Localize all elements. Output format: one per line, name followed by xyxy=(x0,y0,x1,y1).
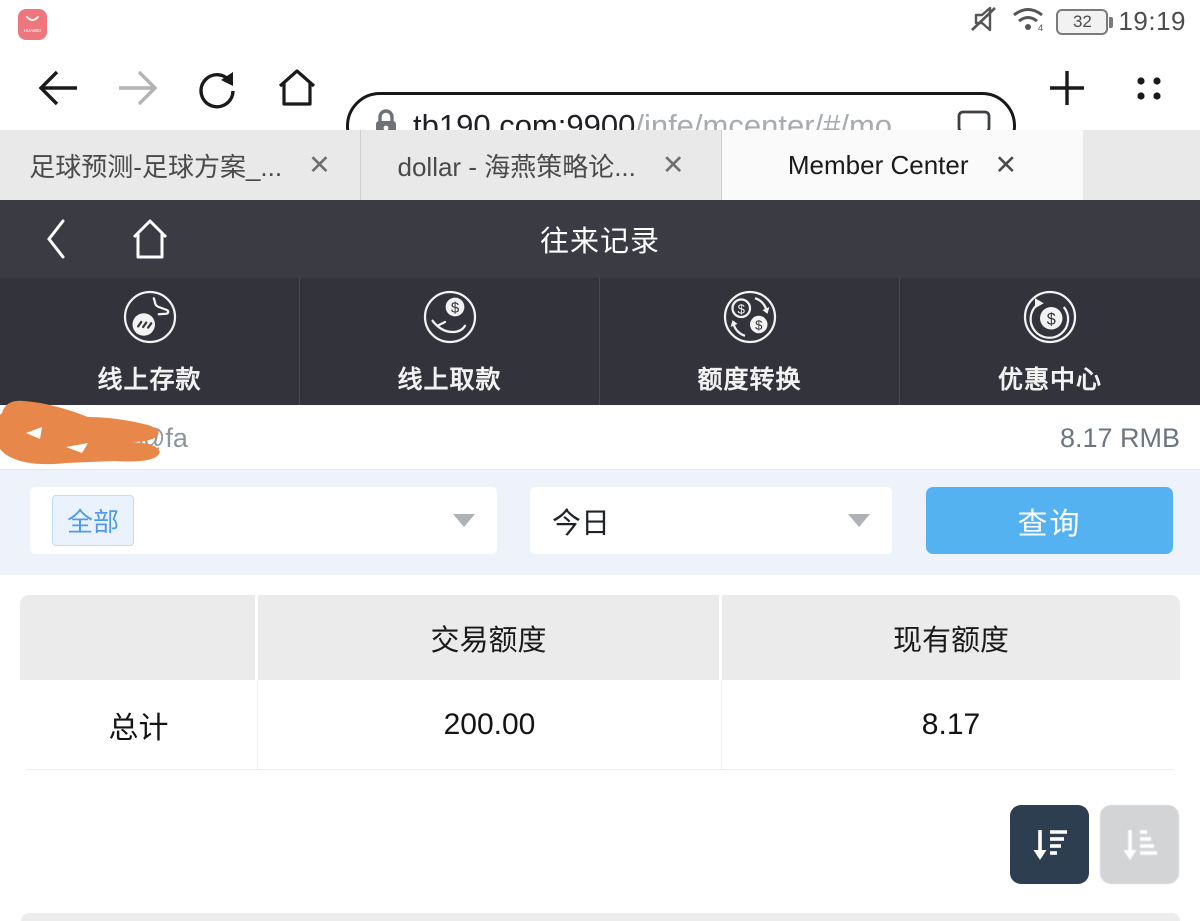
nav-back-icon[interactable] xyxy=(34,216,78,262)
action-label: 线上取款 xyxy=(397,360,501,396)
wifi-icon: 4 xyxy=(1010,4,1046,39)
account-balance: 8.17 RMB xyxy=(1060,423,1180,454)
summary-table: 交易额度 现有额度 总计 200.00 8.17 xyxy=(20,595,1180,770)
tab-member-center[interactable]: Member Center ✕ xyxy=(722,130,1083,200)
status-bar: HUAWEI 4 32 19:19 xyxy=(0,0,1200,45)
query-button[interactable]: 查询 xyxy=(926,487,1173,554)
tab-close-icon[interactable]: ✕ xyxy=(995,152,1018,179)
browser-toolbar: tb190.com:9900/infe/mcenter/#/mo xyxy=(0,45,1200,130)
action-grid: 线上存款 $ 线上取款 $ $ xyxy=(0,278,1200,405)
table-row: 总计 200.00 8.17 xyxy=(20,680,1180,770)
home-icon[interactable] xyxy=(272,63,322,113)
reload-icon[interactable] xyxy=(192,63,242,113)
tab-title: dollar - 海燕策略论... xyxy=(398,147,636,184)
sort-controls xyxy=(1010,805,1179,884)
action-withdraw[interactable]: $ 线上取款 xyxy=(300,278,600,405)
appgallery-icon: HUAWEI xyxy=(18,9,47,40)
page-nav: 往来记录 xyxy=(0,200,1200,278)
account-row: @fa 8.17 RMB xyxy=(0,405,1200,470)
type-select[interactable]: 全部 xyxy=(30,487,497,554)
forward-icon[interactable] xyxy=(112,63,162,113)
cell-trade-amount: 200.00 xyxy=(258,680,722,769)
transfer-icon: $ $ xyxy=(720,287,780,352)
mute-icon xyxy=(968,4,1000,39)
header-trade-amount: 交易额度 xyxy=(258,595,722,680)
action-label: 额度转换 xyxy=(697,360,801,396)
svg-text:$: $ xyxy=(737,301,745,316)
deposit-icon xyxy=(120,287,180,352)
nav-home-icon[interactable] xyxy=(125,214,175,264)
sort-ascending-icon xyxy=(1117,822,1163,868)
svg-text:$: $ xyxy=(755,318,763,333)
svg-text:4: 4 xyxy=(1038,23,1043,33)
redaction-scribble xyxy=(0,397,196,475)
header-empty xyxy=(20,595,258,680)
tab-title: 足球预测-足球方案_... xyxy=(29,147,282,184)
action-promo[interactable]: $ 优惠中心 xyxy=(900,278,1200,405)
type-chip: 全部 xyxy=(52,495,134,546)
svg-text:HUAWEI: HUAWEI xyxy=(24,28,42,33)
next-table-header-peek xyxy=(21,913,1180,921)
filter-bar: 全部 今日 查询 xyxy=(0,470,1200,575)
tab-strip: 足球预测-足球方案_... ✕ dollar - 海燕策略论... ✕ Memb… xyxy=(0,130,1200,200)
screen: HUAWEI 4 32 19:19 xyxy=(0,0,1200,921)
action-deposit[interactable]: 线上存款 xyxy=(0,278,300,405)
tab-close-icon[interactable]: ✕ xyxy=(308,152,331,179)
chevron-down-icon xyxy=(848,514,870,527)
action-label: 线上存款 xyxy=(97,360,201,396)
battery-percent: 32 xyxy=(1073,12,1092,32)
clock-text: 19:19 xyxy=(1118,6,1186,37)
tab-football[interactable]: 足球预测-足球方案_... ✕ xyxy=(0,130,361,200)
page-title: 往来记录 xyxy=(0,200,1200,278)
sort-descending-button[interactable] xyxy=(1010,805,1089,884)
new-tab-icon[interactable] xyxy=(1042,63,1092,113)
cell-current-amount: 8.17 xyxy=(722,680,1180,769)
back-icon[interactable] xyxy=(34,63,84,113)
date-value: 今日 xyxy=(552,500,610,542)
chevron-down-icon xyxy=(453,514,475,527)
svg-text:$: $ xyxy=(1047,311,1056,329)
tab-title: Member Center xyxy=(788,150,969,181)
sort-descending-icon xyxy=(1027,822,1073,868)
date-select[interactable]: 今日 xyxy=(530,487,892,554)
menu-icon[interactable] xyxy=(1124,63,1174,113)
header-current-amount: 现有额度 xyxy=(722,595,1180,680)
tab-close-icon[interactable]: ✕ xyxy=(662,152,685,179)
sort-ascending-button[interactable] xyxy=(1100,805,1179,884)
withdraw-icon: $ xyxy=(420,287,480,352)
action-transfer[interactable]: $ $ 额度转换 xyxy=(600,278,900,405)
tab-dollar[interactable]: dollar - 海燕策略论... ✕ xyxy=(361,130,722,200)
svg-text:$: $ xyxy=(450,300,459,317)
action-label: 优惠中心 xyxy=(998,360,1102,396)
cell-total-label: 总计 xyxy=(20,680,258,769)
promo-icon: $ xyxy=(1020,287,1080,352)
table-header-row: 交易额度 现有额度 xyxy=(20,595,1180,680)
battery-icon: 32 xyxy=(1056,9,1108,35)
